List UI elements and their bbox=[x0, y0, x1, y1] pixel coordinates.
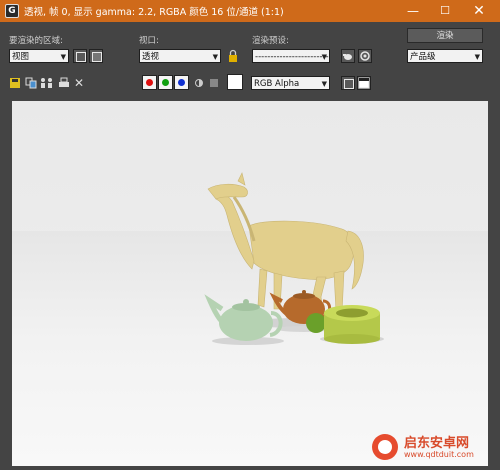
blue-channel-toggle[interactable] bbox=[174, 75, 189, 90]
chevron-down-icon: ▼ bbox=[321, 80, 327, 88]
viewport-value: 透视 bbox=[142, 52, 160, 62]
print-icon bbox=[59, 77, 69, 87]
channel-display-select[interactable]: RGB Alpha ▼ bbox=[251, 76, 330, 90]
green-teapot-model bbox=[204, 294, 284, 345]
horse-model bbox=[207, 172, 364, 320]
save-icon bbox=[10, 78, 20, 88]
auto-region-button[interactable] bbox=[89, 49, 103, 63]
render-preset-value: ------------------------- bbox=[255, 52, 330, 62]
clear-button[interactable]: ✕ bbox=[73, 77, 85, 89]
render-preset-select[interactable]: ------------------------- ▼ bbox=[252, 49, 330, 63]
teapot-icon bbox=[343, 54, 352, 60]
close-button[interactable]: ✕ bbox=[462, 0, 496, 22]
chevron-down-icon: ▼ bbox=[321, 53, 327, 61]
lock-viewport-button[interactable] bbox=[226, 49, 240, 63]
copy-image-button[interactable] bbox=[25, 77, 37, 89]
render-quality-select[interactable]: 产品级 ▼ bbox=[407, 49, 483, 63]
green-channel-dot bbox=[162, 79, 169, 86]
copy-icon bbox=[25, 77, 37, 89]
render-area-label: 要渲染的区域: bbox=[9, 36, 63, 46]
panel-icon bbox=[358, 77, 370, 89]
viewport-select[interactable]: 透视 ▼ bbox=[139, 49, 221, 63]
title-bar: G 透视, 帧 0, 显示 gamma: 2.2, RGBA 颜色 16 位/通… bbox=[0, 0, 500, 22]
monochrome-icon bbox=[210, 79, 218, 87]
window-title: 透视, 帧 0, 显示 gamma: 2.2, RGBA 颜色 16 位/通道 … bbox=[24, 7, 284, 18]
chevron-down-icon: ▼ bbox=[212, 53, 218, 61]
app-3dsmax-icon: G bbox=[5, 4, 19, 18]
edit-region-icon bbox=[76, 52, 86, 62]
green-channel-toggle[interactable] bbox=[158, 75, 173, 90]
watermark-logo-icon bbox=[372, 434, 398, 460]
clone-frame-button[interactable] bbox=[40, 77, 52, 89]
environment-button[interactable] bbox=[358, 49, 372, 63]
alpha-channel-toggle[interactable] bbox=[193, 77, 205, 89]
maximize-button[interactable]: ☐ bbox=[428, 0, 462, 22]
site-watermark: 启东安卓网 www.qdtduit.com bbox=[368, 430, 498, 466]
render-quality-value: 产品级 bbox=[410, 52, 436, 62]
viewport-label: 视口: bbox=[139, 36, 159, 46]
render-setup-button[interactable] bbox=[341, 49, 355, 63]
watermark-url: www.qdtduit.com bbox=[404, 450, 474, 459]
save-image-button[interactable] bbox=[9, 77, 21, 89]
color-swatch[interactable] bbox=[227, 74, 243, 90]
chevron-down-icon: ▼ bbox=[474, 53, 480, 61]
render-area-select[interactable]: 视图 ▼ bbox=[9, 49, 69, 63]
rendered-image bbox=[12, 101, 488, 466]
monochrome-toggle[interactable] bbox=[208, 77, 220, 89]
alpha-icon bbox=[195, 79, 203, 87]
toggle-ui-overlay-button[interactable] bbox=[341, 76, 355, 90]
edit-region-button[interactable] bbox=[73, 49, 87, 63]
red-channel-dot bbox=[146, 79, 153, 86]
chevron-down-icon: ▼ bbox=[60, 53, 66, 61]
channel-display-value: RGB Alpha bbox=[254, 79, 300, 89]
render-preset-label: 渲染预设: bbox=[252, 36, 289, 46]
red-channel-toggle[interactable] bbox=[142, 75, 157, 90]
render-frame-window: G 透视, 帧 0, 显示 gamma: 2.2, RGBA 颜色 16 位/通… bbox=[0, 0, 500, 470]
yellow-green-ring-model bbox=[320, 305, 384, 344]
auto-region-icon bbox=[92, 52, 102, 62]
watermark-brand: 启东安卓网 bbox=[404, 436, 470, 451]
render-area-value: 视图 bbox=[12, 52, 30, 62]
clone-icon bbox=[41, 78, 52, 88]
render-button[interactable]: 渲染 bbox=[407, 28, 483, 43]
environment-icon bbox=[360, 51, 370, 61]
green-sphere-model bbox=[306, 313, 326, 333]
toggle-ui-button[interactable] bbox=[357, 76, 371, 90]
blue-channel-dot bbox=[178, 79, 185, 86]
render-scene bbox=[204, 172, 384, 345]
lock-icon bbox=[229, 49, 237, 62]
print-image-button[interactable] bbox=[58, 77, 70, 89]
overlay-icon bbox=[344, 79, 354, 89]
minimize-button[interactable]: — bbox=[396, 0, 430, 22]
